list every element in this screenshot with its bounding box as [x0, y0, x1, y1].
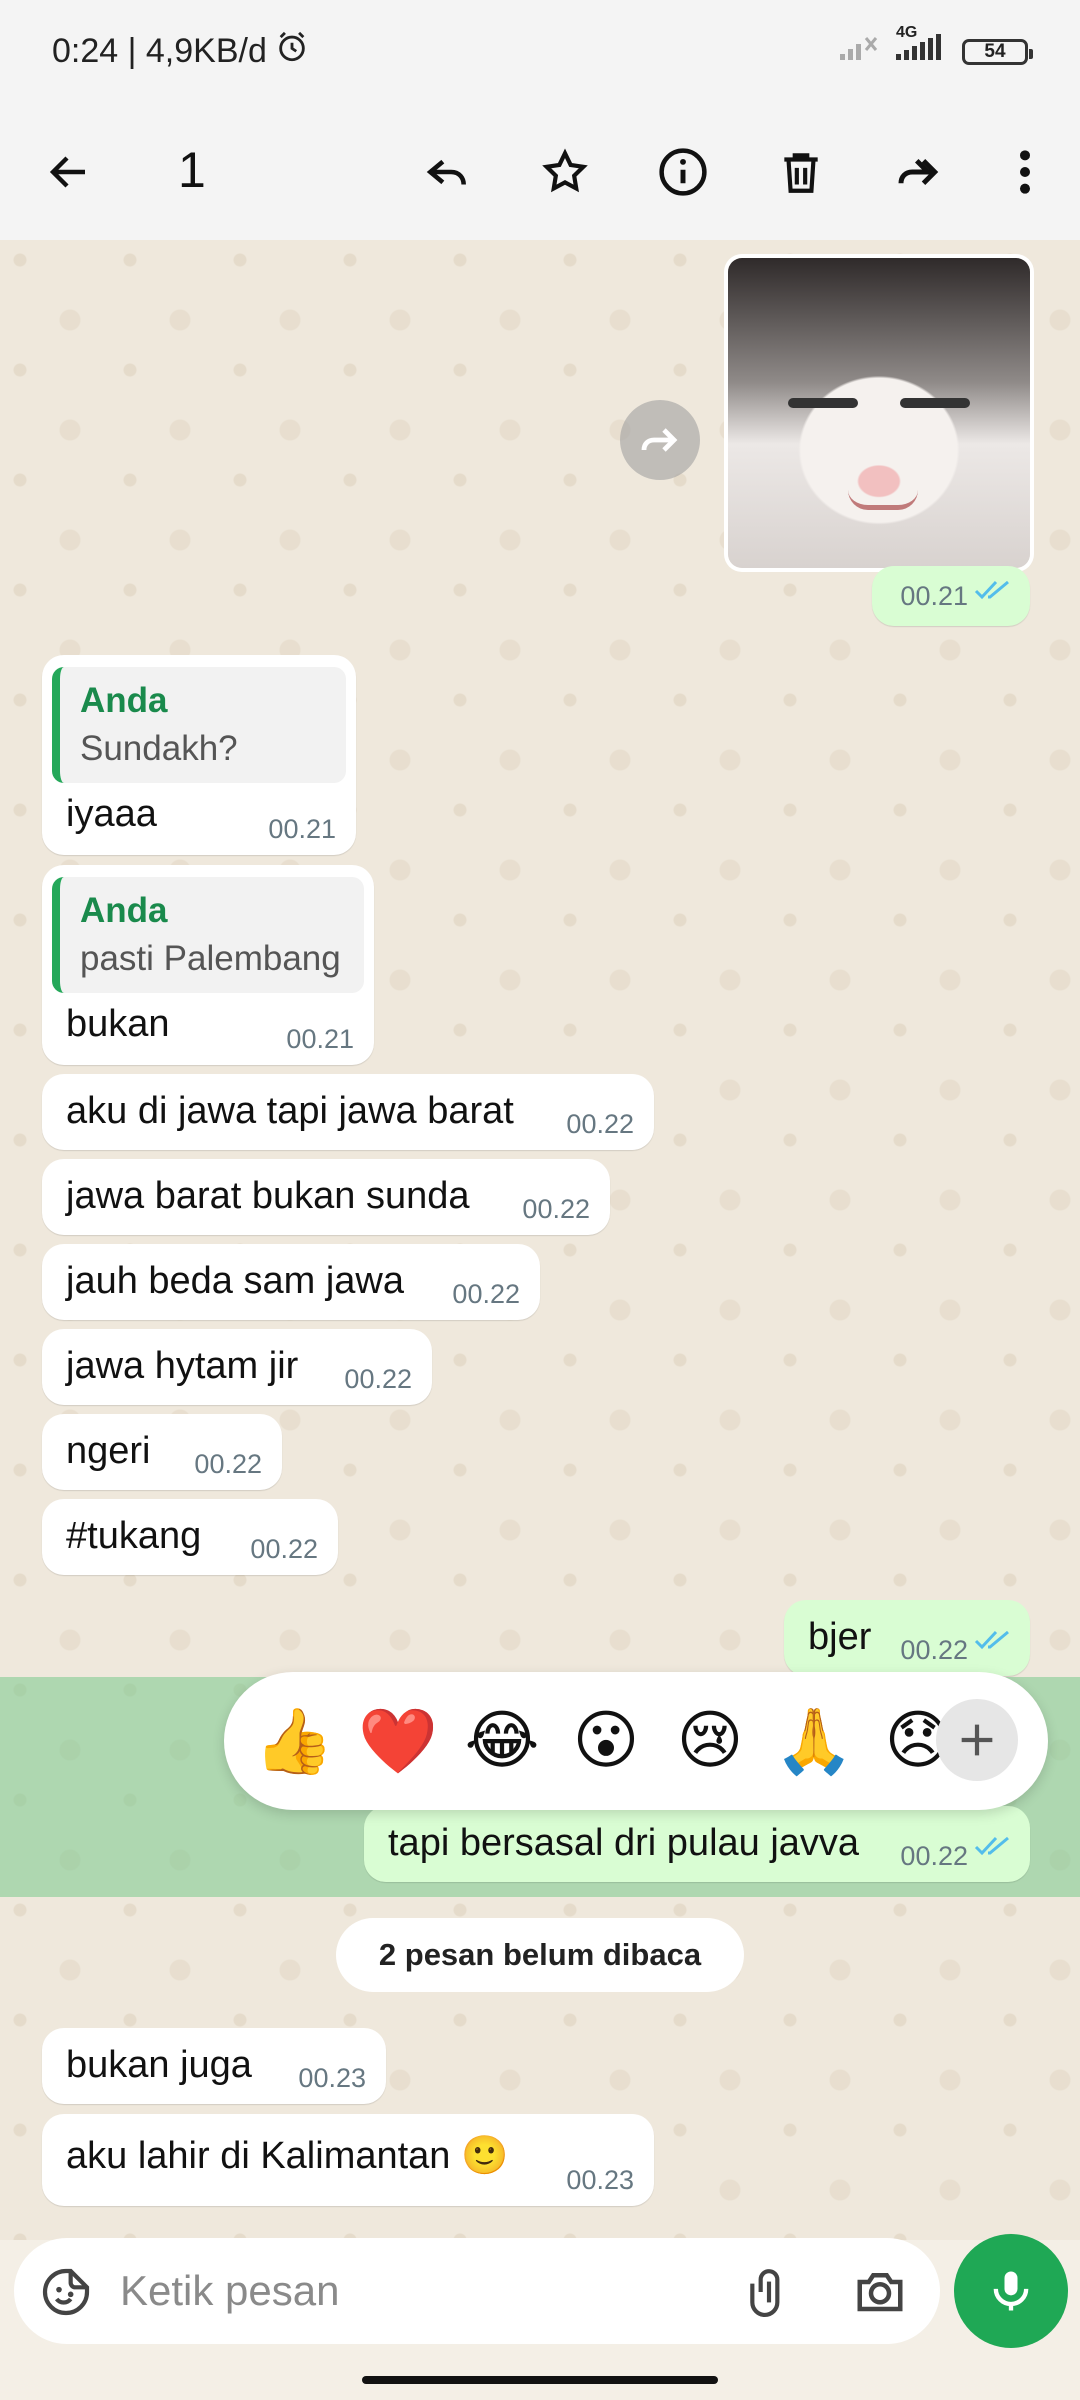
outgoing-message-selected[interactable]: tapi bersasal dri pulau javva 00.22 — [364, 1806, 1030, 1882]
message-time: 00.23 — [566, 2165, 634, 2195]
message-input-bar[interactable]: Ketik pesan — [14, 2238, 940, 2344]
reaction-picker: 👍 ❤️ 😂 😮 😢 🙏 😞 — [224, 1672, 1048, 1810]
cat-eye-left — [788, 398, 858, 408]
cat-eye-right — [900, 398, 970, 408]
more-options-icon[interactable] — [990, 137, 1060, 207]
message-text: bukan juga — [66, 2044, 252, 2086]
message-time: 00.21 — [268, 814, 336, 844]
quote-text: Sundakh? — [80, 729, 238, 768]
message-time: 00.21 — [900, 581, 968, 611]
reaction-surprised[interactable]: 😮 — [566, 1704, 646, 1778]
reaction-laugh[interactable]: 😂 — [462, 1704, 542, 1778]
incoming-message[interactable]: jauh beda sam jawa 00.22 — [42, 1244, 540, 1320]
more-reactions-plus-icon[interactable] — [936, 1699, 1018, 1781]
read-ticks-icon — [974, 569, 1014, 612]
incoming-message[interactable]: Anda pasti Palembang bukan 00.21 — [42, 865, 374, 1065]
message-time: 00.22 — [250, 1534, 318, 1564]
incoming-message[interactable]: jawa barat bukan sunda 00.22 — [42, 1159, 610, 1235]
delete-icon[interactable] — [766, 137, 836, 207]
message-text: jawa barat bukan sunda — [66, 1175, 470, 1217]
message-time: 00.22 — [194, 1449, 262, 1479]
message-text: #tukang — [66, 1515, 202, 1557]
message-time: 00.22 — [344, 1364, 412, 1394]
alarm-icon — [275, 30, 309, 73]
incoming-message[interactable]: #tukang 00.22 — [42, 1499, 338, 1575]
voice-record-mic-button[interactable] — [954, 2234, 1068, 2348]
reaction-heart[interactable]: ❤️ — [358, 1704, 438, 1779]
message-time: 00.22 — [900, 1841, 968, 1871]
incoming-message[interactable]: aku di jawa tapi jawa barat 00.22 — [42, 1074, 654, 1150]
unread-messages-divider: 2 pesan belum dibaca — [336, 1918, 744, 1992]
message-time: 00.22 — [900, 1635, 968, 1665]
reaction-pray[interactable]: 🙏 — [774, 1704, 854, 1779]
message-text: aku lahir di Kalimantan 🙂 — [66, 2135, 509, 2177]
quote-author: Anda — [80, 681, 168, 720]
attach-paperclip-icon[interactable] — [744, 2264, 794, 2325]
incoming-message[interactable]: jawa hytam jir 00.22 — [42, 1329, 432, 1405]
reply-icon[interactable] — [412, 137, 482, 207]
info-icon[interactable] — [648, 137, 718, 207]
reaction-thumbs-up[interactable]: 👍 — [254, 1704, 334, 1779]
star-icon[interactable] — [530, 137, 600, 207]
quote-author: Anda — [80, 891, 168, 930]
incoming-message[interactable]: Anda Sundakh? iyaaa 00.21 — [42, 655, 356, 855]
quoted-message[interactable]: Anda pasti Palembang — [52, 877, 364, 993]
message-text: tapi bersasal dri pulau javva — [388, 1822, 860, 1864]
camera-icon[interactable] — [852, 2264, 908, 2323]
quoted-message[interactable]: Anda Sundakh? — [52, 667, 346, 783]
read-ticks-icon — [974, 1825, 1014, 1868]
selected-count: 1 — [178, 142, 206, 198]
forward-icon[interactable] — [884, 137, 954, 207]
reaction-sad[interactable]: 😢 — [670, 1704, 750, 1778]
gesture-navigation-bar[interactable] — [362, 2376, 718, 2384]
message-text: jauh beda sam jawa — [66, 1260, 404, 1302]
message-time: 00.23 — [298, 2063, 366, 2093]
message-time: 00.22 — [566, 1109, 634, 1139]
status-left: 0:24 | 4,9KB/d — [52, 30, 309, 73]
incoming-message[interactable]: ngeri 00.22 — [42, 1414, 282, 1490]
signal-icon-1 — [838, 32, 882, 71]
image-time-bubble: 00.21 — [872, 566, 1030, 626]
message-text: ngeri — [66, 1430, 151, 1472]
signal-icon-2: 4G — [894, 24, 950, 71]
status-bar: 0:24 | 4,9KB/d 4G 54 — [0, 0, 1080, 103]
status-time: 0:24 | 4,9KB/d — [52, 32, 267, 70]
message-text: aku di jawa tapi jawa barat — [66, 1090, 514, 1132]
incoming-message[interactable]: aku lahir di Kalimantan 🙂 00.23 — [42, 2114, 654, 2206]
message-text: bjer — [808, 1616, 872, 1658]
selection-action-bar: 1 — [0, 103, 1080, 240]
outgoing-message[interactable]: bjer 00.22 — [784, 1600, 1030, 1676]
message-text: jawa hytam jir — [66, 1345, 299, 1387]
forward-shortcut-icon[interactable] — [620, 400, 700, 480]
microphone-icon — [993, 2271, 1029, 2311]
message-time: 00.22 — [522, 1194, 590, 1224]
message-time: 00.21 — [286, 1024, 354, 1054]
message-input[interactable]: Ketik pesan — [120, 2267, 339, 2315]
status-right: 4G 54 — [838, 24, 1033, 71]
incoming-message[interactable]: bukan juga 00.23 — [42, 2028, 386, 2104]
image-message[interactable] — [728, 258, 1030, 568]
battery-icon: 54 — [962, 38, 1033, 65]
message-time: 00.22 — [452, 1279, 520, 1309]
network-type: 4G — [896, 24, 918, 41]
cat-mouth — [848, 490, 918, 510]
back-arrow-icon[interactable] — [34, 137, 104, 207]
read-ticks-icon — [974, 1619, 1014, 1662]
emoji-sticker-icon[interactable] — [38, 2264, 94, 2325]
quote-text: pasti Palembang — [80, 939, 341, 978]
